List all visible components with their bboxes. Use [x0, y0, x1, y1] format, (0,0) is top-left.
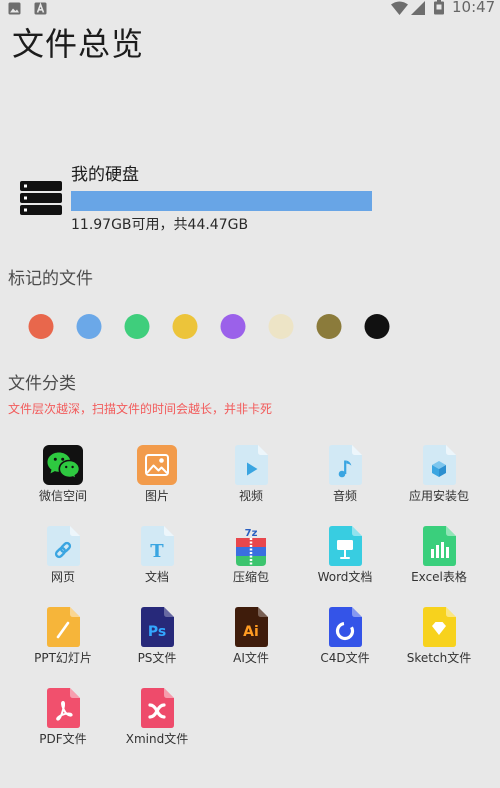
category-wechat[interactable]: 微信空间 [16, 443, 110, 524]
signal-icon [411, 0, 425, 19]
category-pdf[interactable]: PDF文件 [16, 686, 110, 767]
wifi-icon [391, 0, 408, 19]
color-tag-2[interactable] [76, 314, 102, 339]
storage-summary: 11.97GB可用，共44.47GB [71, 217, 249, 233]
notification-a-icon [34, 0, 47, 19]
category-label: AI文件 [233, 651, 269, 665]
category-c4d[interactable]: C4D文件 [298, 605, 392, 686]
pdf-file-icon [43, 687, 83, 729]
category-documents[interactable]: T 文档 [110, 524, 204, 605]
marked-color-tags [28, 314, 390, 339]
text-file-glyph: T [150, 541, 164, 562]
video-file-icon [231, 444, 271, 486]
category-label: PDF文件 [39, 732, 87, 746]
category-label: 网页 [50, 570, 75, 584]
ps-file-icon: Ps [137, 606, 177, 648]
color-tag-3[interactable] [124, 314, 150, 339]
category-app-packages[interactable]: 应用安装包 [392, 443, 486, 524]
category-label: 音频 [332, 489, 357, 503]
storage-card[interactable]: 我的硬盘 11.97GB可用，共44.47GB [20, 160, 483, 238]
status-time: 10:47 [452, 0, 496, 16]
category-archives[interactable]: 7z 压缩包 [204, 524, 298, 605]
color-tag-5[interactable] [220, 314, 246, 339]
color-tag-8[interactable] [364, 314, 390, 339]
category-label: PPT幻灯片 [34, 651, 92, 665]
category-label: 视频 [238, 489, 263, 503]
category-ps[interactable]: Ps PS文件 [110, 605, 204, 686]
storage-usage-fill [71, 191, 372, 211]
server-icon [20, 181, 62, 215]
category-label: 微信空间 [38, 489, 87, 503]
text-file-icon: T [137, 525, 177, 567]
category-excel[interactable]: Excel表格 [392, 524, 486, 605]
ppt-file-icon [43, 606, 83, 648]
category-audio[interactable]: 音频 [298, 443, 392, 524]
category-xmind[interactable]: Xmind文件 [110, 686, 204, 767]
category-label: Sketch文件 [406, 651, 472, 665]
sketch-file-icon [419, 606, 459, 648]
category-ppt[interactable]: PPT幻灯片 [16, 605, 110, 686]
category-ai[interactable]: Ai AI文件 [204, 605, 298, 686]
wechat-icon [43, 444, 83, 486]
ai-glyph: Ai [243, 624, 259, 640]
category-web[interactable]: 网页 [16, 524, 110, 605]
categories-heading: 文件分类 [8, 374, 76, 394]
page-title: 文件总览 [12, 25, 145, 63]
category-label: 图片 [144, 489, 169, 503]
zip-glyph: 7z [245, 528, 258, 539]
zip-icon: 7z [231, 525, 271, 567]
category-label: 应用安装包 [408, 489, 469, 503]
link-file-icon [43, 525, 83, 567]
storage-name: 我的硬盘 [71, 165, 139, 185]
color-tag-1[interactable] [28, 314, 54, 339]
scan-hint: 文件层次越深，扫描文件的时间会越长，并非卡死 [8, 402, 273, 416]
excel-file-icon [419, 525, 459, 567]
storage-usage-bar [71, 191, 483, 211]
category-grid: 微信空间 图片 视频 音频 应用安装包 网页 T 文档 7z 压缩包 Word文… [16, 443, 486, 767]
category-label: 文档 [144, 570, 169, 584]
category-label: Word文档 [317, 570, 373, 584]
ai-file-icon: Ai [231, 606, 271, 648]
xmind-file-icon [137, 687, 177, 729]
category-images[interactable]: 图片 [110, 443, 204, 524]
category-label: PS文件 [137, 651, 177, 665]
category-label: C4D文件 [320, 651, 370, 665]
audio-file-icon [325, 444, 365, 486]
category-sketch[interactable]: Sketch文件 [392, 605, 486, 686]
color-tag-7[interactable] [316, 314, 342, 339]
ps-glyph: Ps [148, 624, 166, 640]
word-file-icon [325, 525, 365, 567]
c4d-file-icon [325, 606, 365, 648]
category-label: 压缩包 [232, 570, 269, 584]
package-file-icon [419, 444, 459, 486]
category-video[interactable]: 视频 [204, 443, 298, 524]
category-label: Xmind文件 [125, 732, 189, 746]
color-tag-4[interactable] [172, 314, 198, 339]
color-tag-6[interactable] [268, 314, 294, 339]
battery-icon [434, 0, 444, 19]
gallery-icon [8, 0, 21, 19]
category-word[interactable]: Word文档 [298, 524, 392, 605]
image-icon [137, 444, 177, 486]
category-label: Excel表格 [411, 570, 467, 584]
marked-files-heading: 标记的文件 [8, 269, 93, 289]
